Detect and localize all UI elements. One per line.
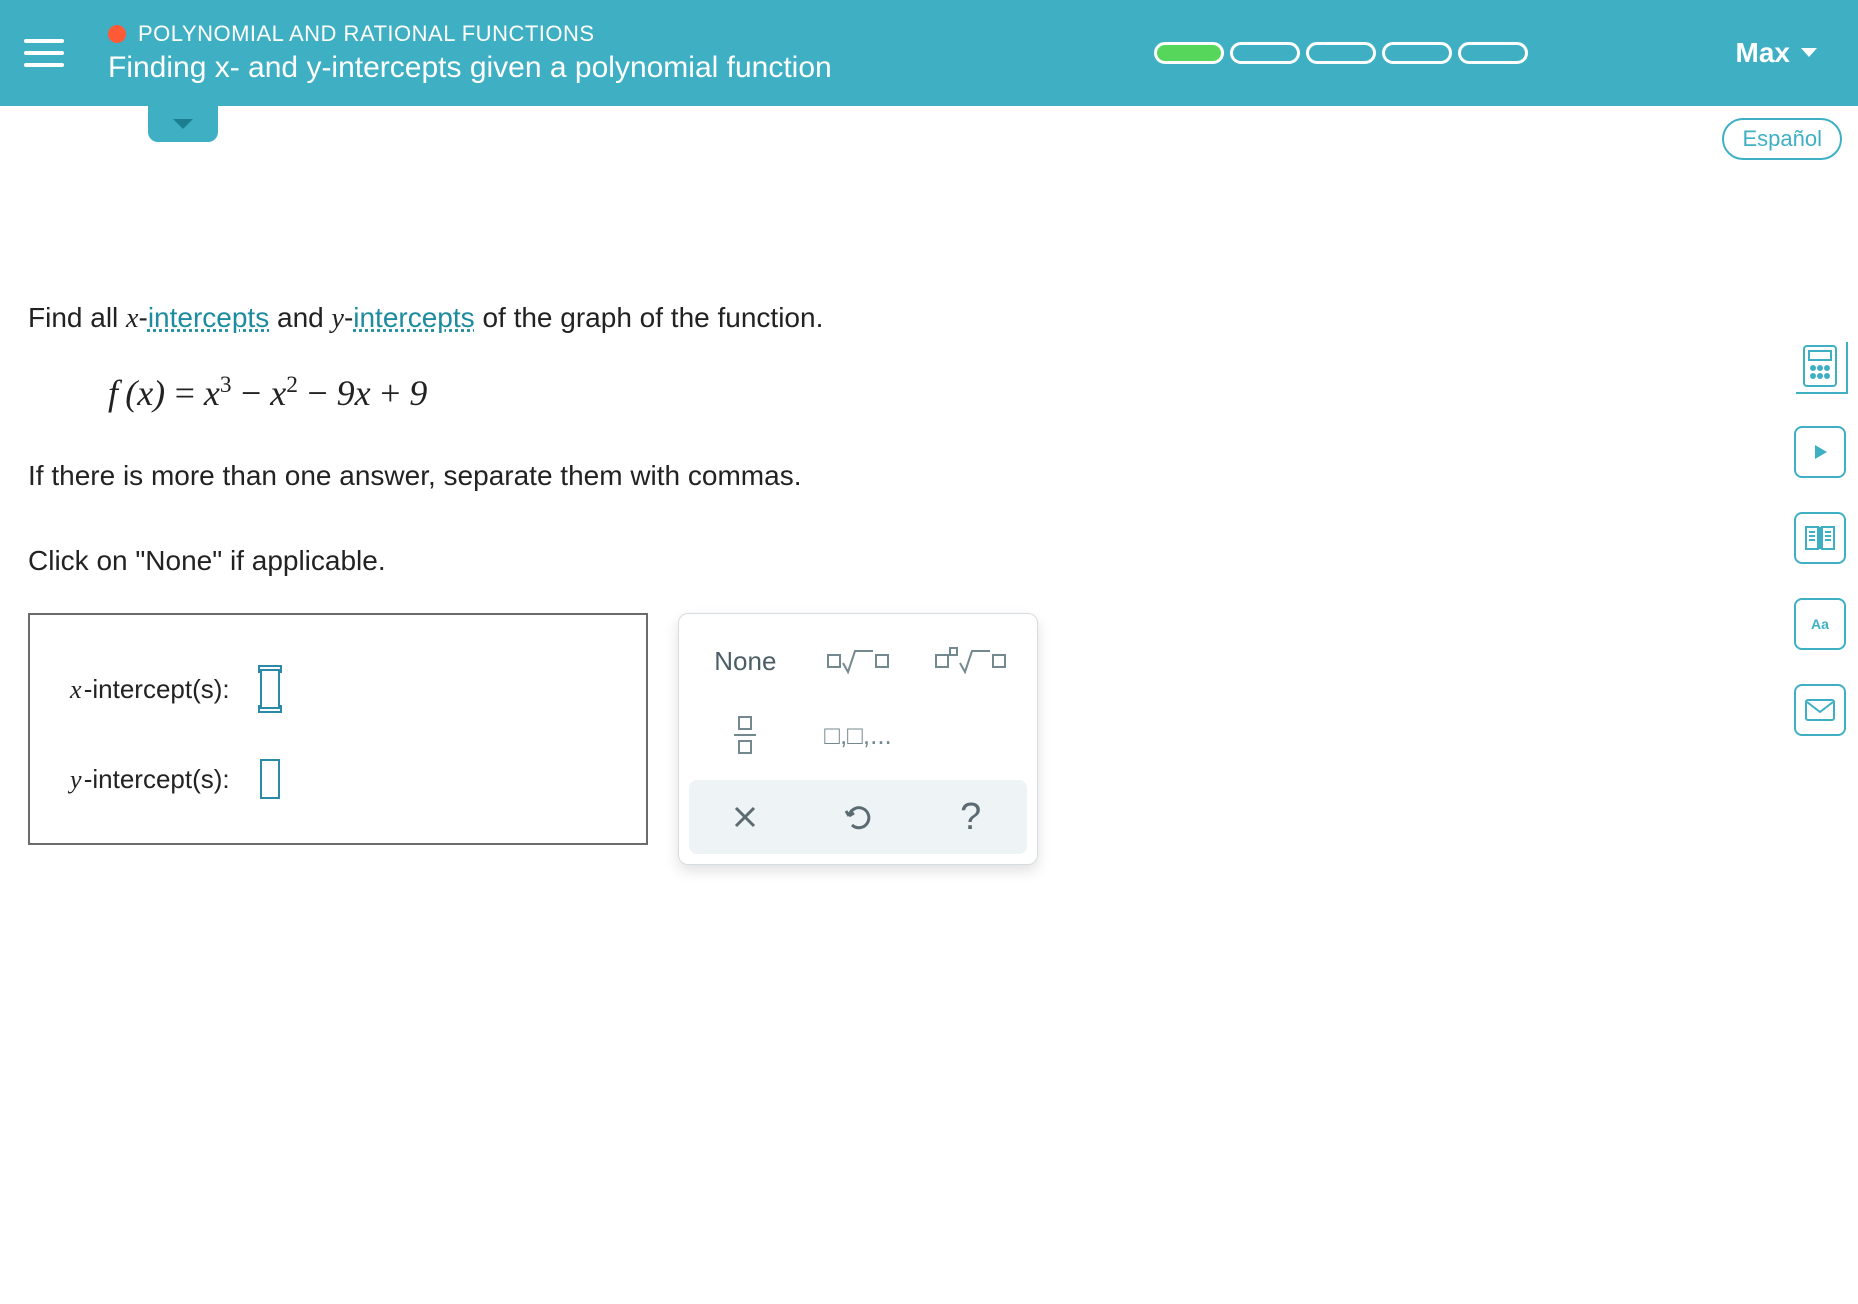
x-intercept-label: x -intercept(s): [70,674,230,705]
placeholder-box-icon [992,654,1006,668]
progress-segment [1306,42,1376,64]
keypad-nthroot-button[interactable] [914,624,1027,698]
keypad-none-button[interactable]: None [689,624,802,698]
user-menu[interactable]: Max [1736,37,1818,69]
keypad-empty [914,698,1027,772]
header-titles: POLYNOMIAL AND RATIONAL FUNCTIONS Findin… [108,21,832,85]
y-intercepts-link[interactable]: intercepts [353,302,474,333]
aa-label: Aa [1811,616,1829,632]
y-intercept-row: y -intercept(s): [70,759,606,799]
placeholder-box-icon [935,654,949,668]
side-toolbar: Aa [1794,340,1846,736]
y-intercept-input[interactable] [260,759,280,799]
text: Find all [28,302,126,333]
calculator-button[interactable] [1794,340,1846,392]
equation: f (x) = x3 − x2 − 9x + 9 [108,372,1172,414]
keypad-fraction-button[interactable] [689,698,802,772]
answers-row: x -intercept(s): y -intercept(s): None [28,613,1172,865]
text-size-button[interactable]: Aa [1794,598,1846,650]
keypad-clear-button[interactable] [689,780,802,854]
progress-segment [1382,42,1452,64]
mail-button[interactable] [1794,684,1846,736]
topic-title: Finding x- and y-intercepts given a poly… [108,51,832,85]
keypad-help-button[interactable]: ? [914,780,1027,854]
play-button[interactable] [1794,426,1846,478]
language-button[interactable]: Español [1722,118,1842,160]
progress-bar [1154,42,1528,64]
question-line-3: Click on "None" if applicable. [28,539,1172,584]
keypad-list-button[interactable]: □,□,... [802,698,915,772]
book-icon [1804,525,1836,551]
progress-segment [1154,42,1224,64]
x-var: x [126,303,138,334]
question-line-2: If there is more than one answer, separa… [28,454,1172,499]
fraction-bar-icon [734,734,756,736]
text: -intercept(s): [84,764,230,794]
keypad-undo-button[interactable] [802,780,915,854]
calculator-icon [1802,344,1838,388]
status-dot-icon [108,25,126,43]
x-intercept-row: x -intercept(s): [70,669,606,709]
question-line-1: Find all x-intercepts and y-intercepts o… [28,296,1172,342]
user-name: Max [1736,37,1790,69]
x-intercept-input[interactable] [260,669,280,709]
question-content: Find all x-intercepts and y-intercepts o… [0,106,1200,865]
y-intercept-label: y -intercept(s): [70,764,230,795]
text: of the graph of the function. [475,302,824,333]
sqrt-icon [958,647,992,675]
placeholder-box-icon [949,647,958,656]
chevron-down-icon [171,117,195,131]
menu-icon[interactable] [24,29,72,77]
play-icon [1810,442,1830,462]
progress-segment [1230,42,1300,64]
x-icon [732,804,758,830]
text: and [269,302,331,333]
placeholder-box-icon [738,716,752,730]
sqrt-icon [841,647,875,675]
app-header: POLYNOMIAL AND RATIONAL FUNCTIONS Findin… [0,0,1858,106]
dropdown-tab[interactable] [148,106,218,142]
chevron-down-icon [1800,47,1818,59]
category-text: POLYNOMIAL AND RATIONAL FUNCTIONS [138,21,595,47]
text: -intercept(s): [84,674,230,704]
book-button[interactable] [1794,512,1846,564]
placeholder-box-icon [827,654,841,668]
undo-icon [843,802,873,832]
category-label: POLYNOMIAL AND RATIONAL FUNCTIONS [108,21,832,47]
math-keypad: None [678,613,1038,865]
progress-segment [1458,42,1528,64]
keypad-sqrt-button[interactable] [802,624,915,698]
y-var: y [332,303,344,334]
x-intercepts-link[interactable]: intercepts [148,302,269,333]
placeholder-box-icon [738,740,752,754]
answer-box: x -intercept(s): y -intercept(s): [28,613,648,845]
placeholder-box-icon [875,654,889,668]
mail-icon [1804,698,1836,722]
